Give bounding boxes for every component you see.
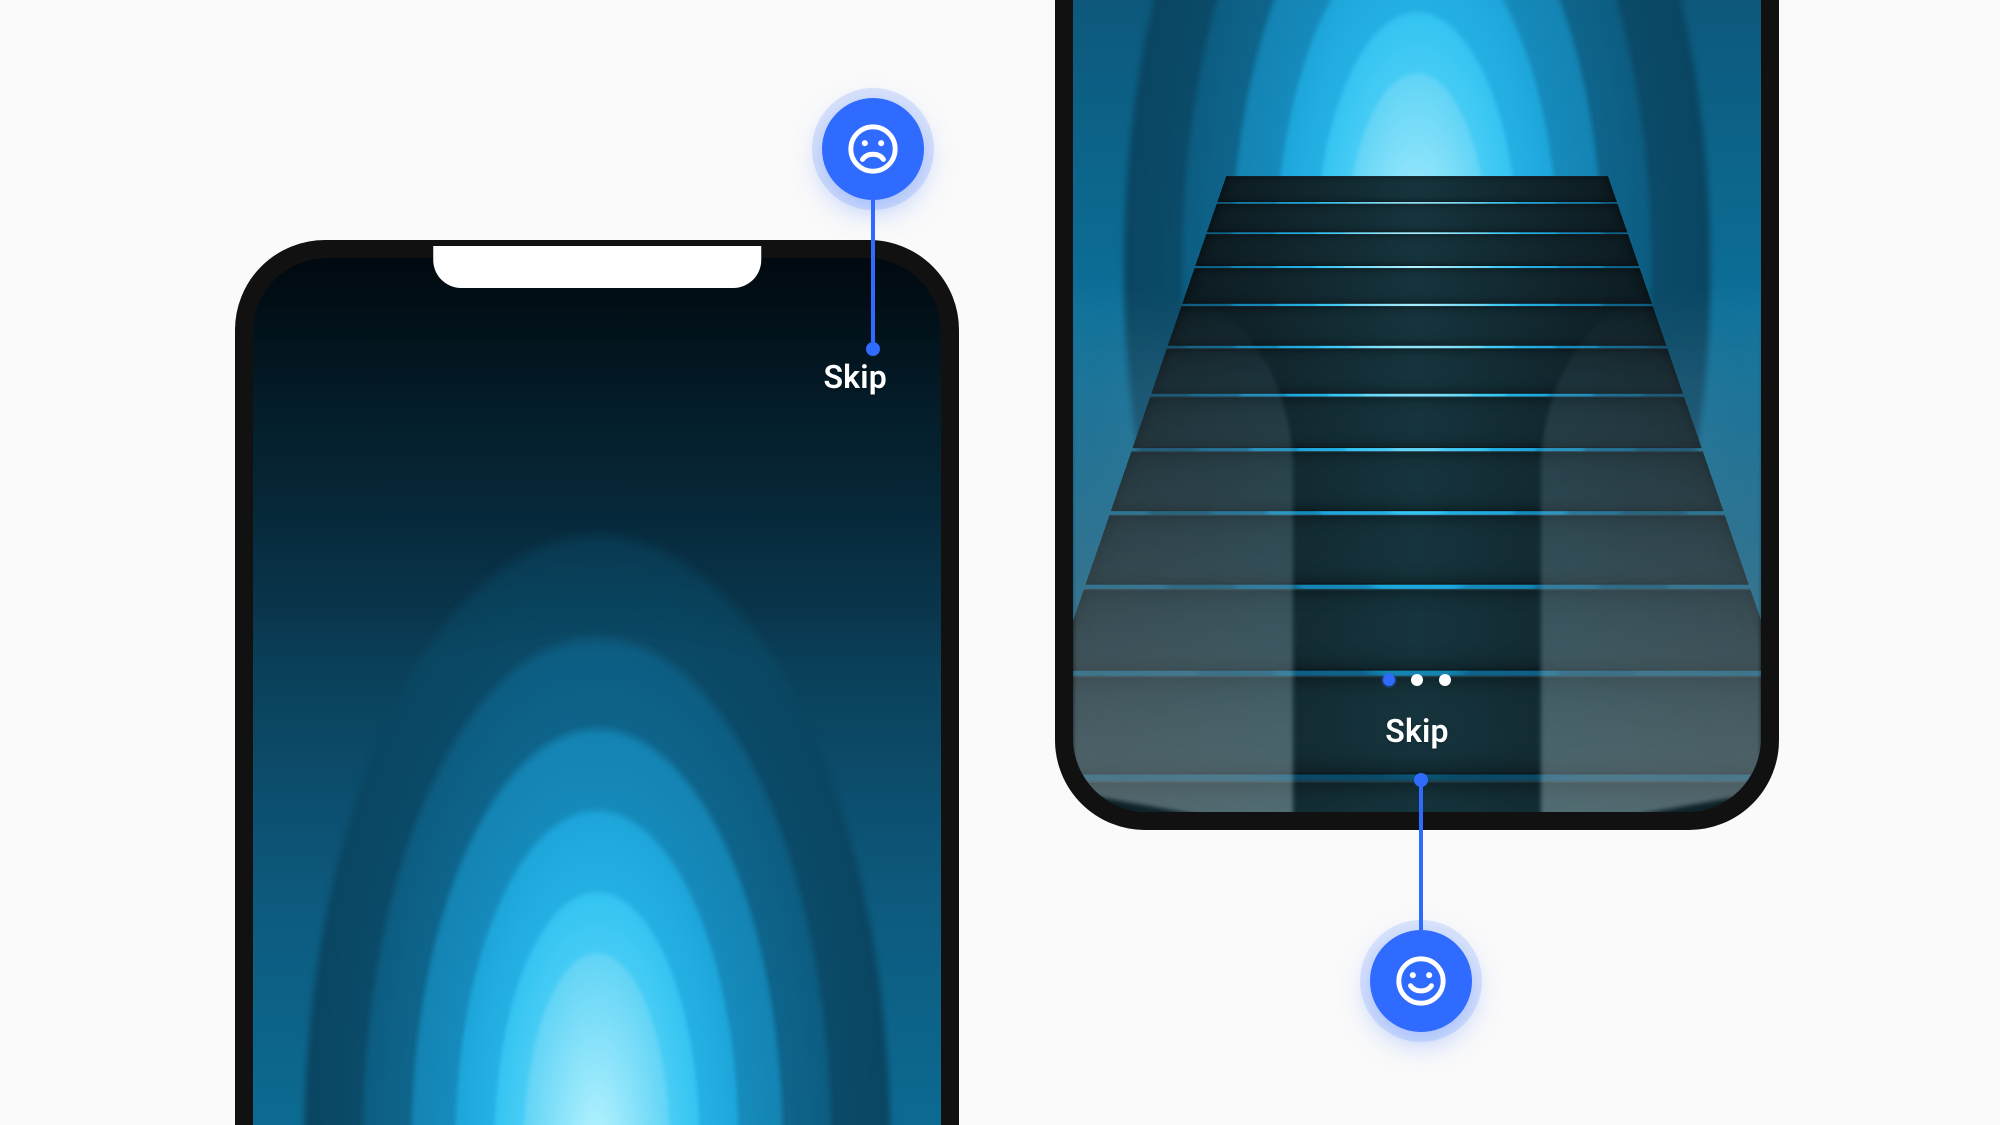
skip-button-bottom-center[interactable]: Skip (1385, 712, 1449, 750)
phone-mock-right: Skip (1055, 0, 1779, 830)
page-dot-1[interactable] (1383, 674, 1395, 686)
phone-screen-right: Skip (1073, 0, 1761, 812)
smile-icon (1370, 930, 1472, 1032)
skip-button-top-right[interactable]: Skip (823, 358, 887, 396)
phone-mock-left: Skip (235, 240, 959, 1125)
page-dot-2[interactable] (1411, 674, 1423, 686)
frown-icon (822, 98, 924, 200)
ice-cave-background (1073, 0, 1761, 812)
phone-screen-left: Skip (253, 258, 941, 1125)
page-dot-3[interactable] (1439, 674, 1451, 686)
callout-connector-happy (1419, 780, 1423, 930)
page-indicator[interactable] (1383, 674, 1451, 686)
phone-notch (433, 246, 761, 288)
callout-connector-sad (871, 196, 875, 349)
diagram-stage: Skip (0, 0, 2000, 1125)
